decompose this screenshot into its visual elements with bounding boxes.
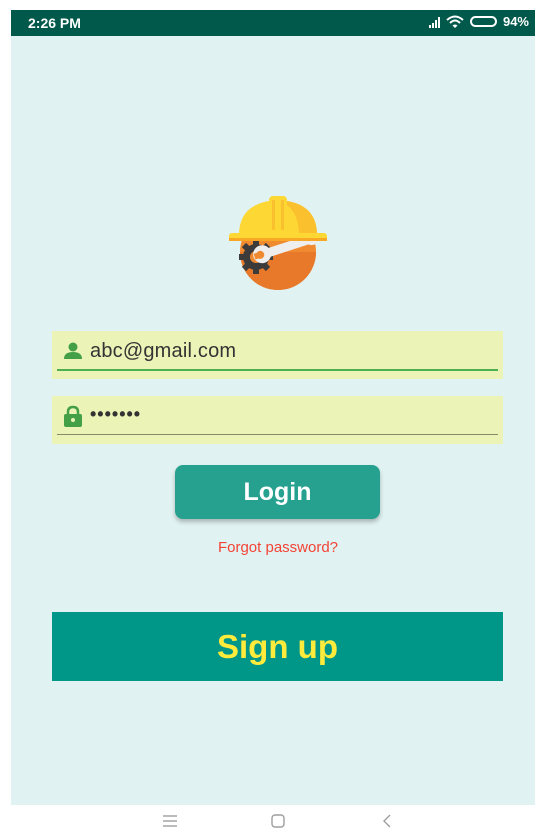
wifi-icon — [446, 15, 464, 28]
password-underline — [57, 434, 498, 435]
forgot-password-link[interactable]: Forgot password? — [11, 539, 535, 556]
status-time: 2:26 PM — [28, 15, 81, 31]
battery-icon — [469, 16, 497, 27]
home-icon[interactable] — [268, 813, 288, 829]
email-underline — [57, 369, 498, 371]
app-screen: 2:26 PM 94% abc@gmail.com ••••••• Login … — [11, 10, 535, 805]
password-input[interactable]: ••••••• — [90, 404, 141, 425]
signal-icon — [428, 16, 440, 28]
login-button[interactable]: Login — [175, 465, 380, 519]
email-input[interactable]: abc@gmail.com — [90, 340, 236, 363]
hard-hat-wrench-gear-icon — [229, 196, 327, 290]
password-field[interactable]: ••••••• — [52, 396, 503, 444]
lock-icon — [64, 405, 82, 427]
back-icon[interactable] — [377, 813, 397, 829]
signup-button[interactable]: Sign up — [52, 612, 503, 681]
menu-icon[interactable] — [160, 813, 180, 829]
email-field[interactable]: abc@gmail.com — [52, 331, 503, 379]
system-nav-bar — [0, 805, 535, 837]
status-icons: 94% — [428, 14, 529, 29]
status-bar: 2:26 PM 94% — [11, 10, 535, 36]
battery-percent: 94% — [502, 14, 529, 29]
person-icon — [64, 342, 82, 359]
